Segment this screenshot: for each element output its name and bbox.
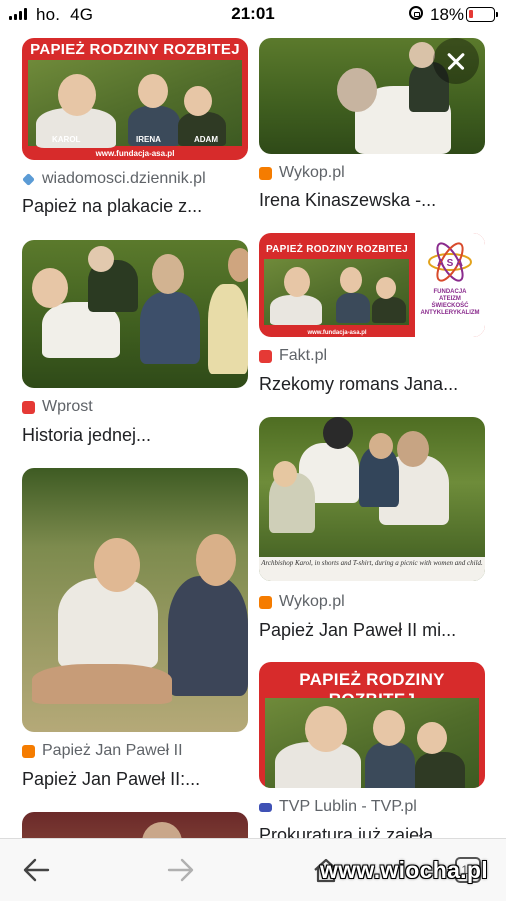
- wykop-favicon-icon: [259, 166, 272, 180]
- atom-icon: A S A: [428, 242, 472, 282]
- poster-header: PAPIEŻ RODZINY ROZBITEJ: [265, 244, 409, 255]
- result-title[interactable]: Papież na plakacie z...: [22, 196, 202, 217]
- poster-photo: [264, 259, 409, 325]
- blogger-favicon-icon: [22, 744, 35, 758]
- poster-url: www.fundacja-asa.pl: [95, 149, 175, 158]
- result-image[interactable]: PAPIEŻ RODZINY ROZBITEJ KAROL IRENA ADAM…: [22, 38, 248, 160]
- result-source: Wykop.pl: [259, 164, 345, 182]
- result-image[interactable]: [22, 468, 248, 732]
- poster-name: KAROL: [52, 135, 81, 144]
- wprost-favicon-icon: [22, 400, 35, 414]
- poster-name: ADAM: [194, 135, 218, 144]
- dziennik-favicon-icon: [22, 172, 35, 186]
- result-source: Fakt.pl: [259, 347, 327, 365]
- result-title[interactable]: Historia jednej...: [22, 425, 151, 446]
- asa-logo: A S A FUNDACJA ATEIZM ŚWIECKOŚĆ ANTYKLER…: [415, 233, 485, 337]
- logo-text: FUNDACJA ATEIZM ŚWIECKOŚĆ ANTYKLERYKALIZ…: [420, 289, 480, 316]
- back-arrow-icon[interactable]: [22, 857, 52, 883]
- poster-photo: KAROL IRENA ADAM: [28, 60, 242, 148]
- close-icon[interactable]: [433, 38, 479, 84]
- logo-letters: A S A: [437, 258, 463, 269]
- fakt-favicon-icon: [259, 349, 272, 363]
- forward-arrow-icon[interactable]: [165, 857, 195, 883]
- poster-header: PAPIEŻ RODZINY ROZBITEJ: [30, 41, 240, 58]
- result-title[interactable]: Papież Jan Paweł II mi...: [259, 620, 456, 641]
- status-bar: ho. 4G 21:01 18%: [0, 0, 506, 30]
- result-title[interactable]: Rzekomy romans Jana...: [259, 374, 458, 395]
- poster-name: IRENA: [136, 135, 161, 144]
- photo-caption: Archbishop Karol, in shorts and T-shirt,…: [259, 557, 485, 581]
- result-image[interactable]: PAPIEŻ RODZINY ROZBITEJ www.fundacja-asa…: [259, 233, 485, 337]
- rotation-lock-icon: [409, 6, 423, 20]
- result-title[interactable]: Irena Kinaszewska -...: [259, 190, 436, 211]
- result-image[interactable]: PAPIEŻ RODZINY ROZBITEJ: [259, 662, 485, 788]
- result-source: TVP Lublin - TVP.pl: [259, 798, 417, 816]
- result-image[interactable]: Archbishop Karol, in shorts and T-shirt,…: [259, 417, 485, 581]
- result-image[interactable]: [22, 240, 248, 388]
- tvp-favicon-icon: [259, 802, 272, 812]
- result-source: wiadomosci.dziennik.pl: [22, 170, 206, 188]
- watermark: www.wiocha.pl: [320, 857, 488, 883]
- result-source: Papież Jan Paweł II: [22, 742, 183, 760]
- poster-url: www.fundacja-asa.pl: [307, 330, 367, 336]
- wykop-favicon-icon: [259, 595, 272, 609]
- result-title[interactable]: Papież Jan Paweł II:...: [22, 769, 200, 790]
- poster-photo: [265, 698, 479, 788]
- result-source: Wprost: [22, 398, 93, 416]
- battery-icon: [466, 7, 498, 22]
- result-source: Wykop.pl: [259, 593, 345, 611]
- battery-percent: 18%: [430, 5, 465, 24]
